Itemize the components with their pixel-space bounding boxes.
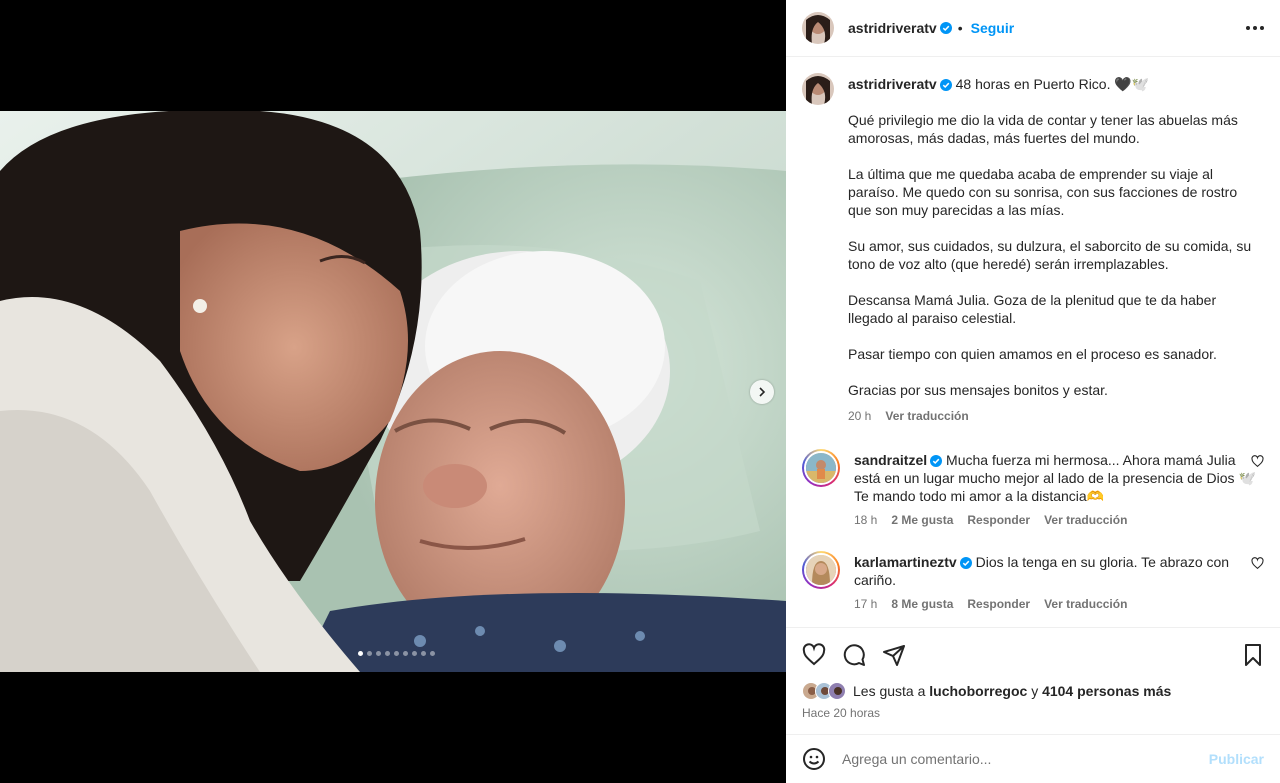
- carousel-dot: [430, 651, 435, 656]
- comment-translate-link[interactable]: Ver traducción: [1044, 595, 1127, 613]
- heart-icon: [802, 643, 826, 666]
- comment-item: karlamartineztv Dios la tenga en su glor…: [802, 551, 1264, 613]
- liked-by-user[interactable]: luchoborregoc: [929, 683, 1027, 699]
- comment-username[interactable]: sandraitzel: [854, 452, 927, 468]
- post-header: astridriveratv • Seguir: [786, 0, 1280, 57]
- verified-icon: [930, 455, 943, 467]
- caption-line: 48 horas en Puerto Rico. 🖤🕊️: [955, 76, 1150, 92]
- caption-line: Su amor, sus cuidados, su dulzura, el sa…: [848, 238, 1252, 272]
- publish-button[interactable]: Publicar: [1209, 751, 1264, 767]
- verified-icon: [959, 557, 972, 569]
- caption-time[interactable]: 20 h: [848, 407, 871, 425]
- more-options-icon[interactable]: [1246, 26, 1264, 30]
- carousel-dot: [376, 651, 381, 656]
- comment-composer: Agrega un comentario... Publicar: [786, 734, 1280, 783]
- verified-icon: [939, 79, 952, 91]
- comment-time[interactable]: 17 h: [854, 595, 877, 613]
- post-photo[interactable]: [0, 111, 786, 672]
- comments-scroll-area[interactable]: astridriveratv 48 horas en Puerto Rico. …: [786, 57, 1280, 627]
- likes-prefix: Les gusta a: [853, 683, 926, 699]
- comment-reply-button[interactable]: Responder: [967, 595, 1030, 613]
- header-separator: •: [957, 20, 963, 36]
- save-button[interactable]: [1242, 643, 1264, 667]
- comment-username[interactable]: karlamartineztv: [854, 554, 957, 570]
- liker-avatars[interactable]: [802, 682, 846, 700]
- post-timestamp[interactable]: Hace 20 horas: [802, 706, 1264, 720]
- comment-translate-link[interactable]: Ver traducción: [1044, 511, 1127, 529]
- caption-line: La última que me quedaba acaba de empren…: [848, 166, 1238, 218]
- post-side-panel: astridriveratv • Seguir astridriveratv 4…: [786, 0, 1280, 783]
- like-button[interactable]: [802, 643, 826, 667]
- carousel-dot: [421, 651, 426, 656]
- comment-reply-button[interactable]: Responder: [967, 511, 1030, 529]
- bookmark-icon: [1245, 644, 1261, 666]
- commenter-avatar[interactable]: [802, 449, 840, 487]
- caption-line: Qué privilegio me dio la vida de contar …: [848, 112, 1238, 146]
- share-icon: [883, 645, 905, 666]
- comment-likes[interactable]: 8 Me gusta: [891, 595, 953, 613]
- caption-line: Gracias por sus mensajes bonitos y estar…: [848, 382, 1108, 398]
- share-button[interactable]: [882, 643, 906, 667]
- comment-item: sandraitzel Mucha fuerza mi hermosa... A…: [802, 449, 1264, 529]
- carousel-dot: [403, 651, 408, 656]
- comment-likes[interactable]: 2 Me gusta: [891, 511, 953, 529]
- caption-line: Pasar tiempo con quien amamos en el proc…: [848, 346, 1217, 362]
- caption-avatar[interactable]: [802, 73, 834, 105]
- follow-button[interactable]: Seguir: [971, 20, 1015, 36]
- emoji-icon[interactable]: [802, 747, 826, 771]
- post-media: [0, 0, 786, 783]
- like-comment-heart-icon[interactable]: [1251, 557, 1264, 570]
- next-arrow-icon: [759, 387, 766, 397]
- likes-joiner: y: [1031, 683, 1039, 699]
- commenter-avatar[interactable]: [802, 551, 840, 589]
- carousel-dot: [358, 651, 363, 656]
- author-avatar[interactable]: [802, 12, 834, 44]
- comment-time[interactable]: 18 h: [854, 511, 877, 529]
- post-caption: astridriveratv 48 horas en Puerto Rico. …: [802, 73, 1264, 425]
- comment-input[interactable]: Agrega un comentario...: [842, 751, 1209, 767]
- carousel-dot: [385, 651, 390, 656]
- verified-icon: [939, 22, 952, 34]
- comment-button[interactable]: [842, 643, 866, 667]
- likes-others-link[interactable]: 4104 personas más: [1042, 683, 1171, 699]
- carousel-indicator: [358, 651, 435, 656]
- carousel-dot: [394, 651, 399, 656]
- carousel-dot: [412, 651, 417, 656]
- post-actions: Les gusta a luchoborregoc y 4104 persona…: [786, 627, 1280, 720]
- author-username[interactable]: astridriveratv: [848, 20, 937, 36]
- carousel-next-button[interactable]: [750, 380, 774, 404]
- caption-line: Descansa Mamá Julia. Goza de la plenitud…: [848, 292, 1217, 326]
- like-comment-heart-icon[interactable]: [1251, 455, 1264, 468]
- likes-summary: Les gusta a luchoborregoc y 4104 persona…: [802, 682, 1264, 700]
- comment-icon: [843, 644, 865, 666]
- caption-username[interactable]: astridriveratv: [848, 76, 937, 92]
- carousel-dot: [367, 651, 372, 656]
- caption-translate-link[interactable]: Ver traducción: [885, 407, 968, 425]
- photo-illustration: [0, 111, 786, 672]
